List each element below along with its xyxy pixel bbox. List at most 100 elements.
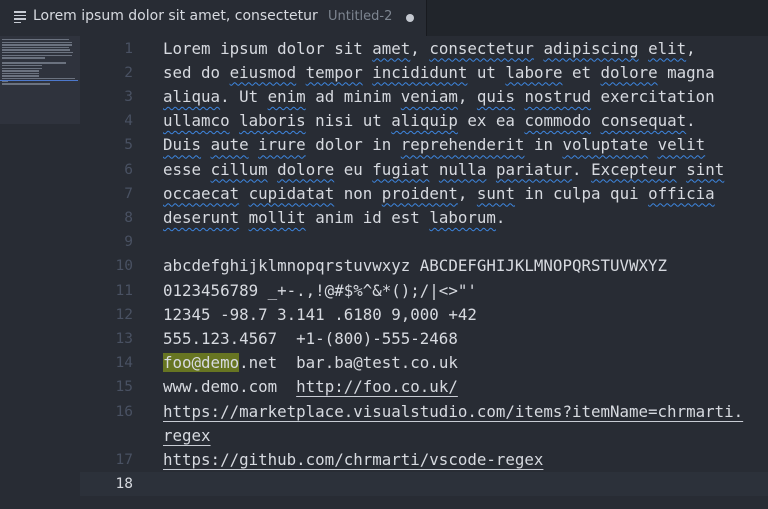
- spelling-squiggle-word: aliqua: [163, 86, 221, 106]
- text-span: 555.123.4567 +1-(800)-555-2468: [163, 328, 458, 348]
- text-span: dolor in: [305, 135, 401, 155]
- editor-line[interactable]: 14 foo@demo.net bar.ba@test.co.uk: [80, 351, 768, 375]
- tab-title: Lorem ipsum dolor sit amet, consectetur: [33, 8, 318, 24]
- find-match-highlight: foo@demo: [163, 353, 240, 373]
- line-number: 12: [115, 306, 133, 323]
- line-text: deserunt mollit anim id est laborum.: [163, 206, 505, 230]
- text-span: ,: [410, 38, 430, 58]
- spelling-squiggle-word: occaecat: [163, 183, 240, 203]
- editor-line[interactable]: 11 0123456789 _+-.,!@#$%^&*();/|<>"': [80, 279, 768, 303]
- spelling-squiggle-word: dolore: [600, 62, 658, 82]
- tab-bar: Lorem ipsum dolor sit amet, consectetur …: [0, 0, 768, 36]
- line-number: 5: [124, 137, 133, 154]
- spelling-squiggle-word: dolore: [277, 159, 335, 179]
- spelling-squiggle-word: cillum: [210, 159, 268, 179]
- unsaved-dot-icon[interactable]: [406, 14, 414, 22]
- line-text: sed do eiusmod tempor incididunt ut labo…: [163, 61, 715, 85]
- line-text: Duis aute irure dolor in reprehenderit i…: [163, 133, 705, 157]
- text-span: ,: [686, 38, 696, 58]
- spelling-squiggle-word: ullamco: [163, 111, 230, 131]
- line-text: Lorem ipsum dolor sit amet, consectetur …: [163, 37, 696, 61]
- minimap-line: [2, 80, 8, 82]
- text-span: anim id est: [305, 207, 430, 227]
- line-text: aliqua. Ut enim ad minim veniam, quis no…: [163, 85, 715, 109]
- editor-line[interactable]: 13 555.123.4567 +1-(800)-555-2468: [80, 327, 768, 351]
- line-text: occaecat cupidatat non proident, sunt in…: [163, 182, 715, 206]
- spelling-squiggle-word: amet: [372, 38, 411, 58]
- spelling-squiggle-word: eiusmod: [229, 62, 297, 82]
- text-span: [486, 160, 496, 179]
- text-span: [429, 160, 439, 179]
- editor-line[interactable]: 2 sed do eiusmod tempor incididunt ut lab…: [80, 61, 768, 85]
- line-number: 7: [124, 185, 133, 202]
- spelling-squiggle-word: nulla: [438, 159, 487, 179]
- editor-line[interactable]: 16 https://marketplace.visualstudio.com/i…: [80, 400, 768, 424]
- spelling-squiggle-word: sint: [686, 159, 725, 179]
- editor-line[interactable]: 12 12345 -98.7 3.141 .6180 9,000 +42: [80, 303, 768, 327]
- line-text: abcdefghijklmnopqrstuvwxyz ABCDEFGHIJKLM…: [163, 254, 667, 278]
- link-text[interactable]: regex: [163, 426, 211, 445]
- spelling-squiggle-word: commodo: [524, 111, 592, 131]
- line-number: 13: [115, 330, 133, 347]
- minimap-line: [2, 39, 70, 41]
- minimap-line: [2, 62, 66, 64]
- link-text[interactable]: https://marketplace.visualstudio.com/ite…: [163, 402, 743, 421]
- text-span: [591, 111, 601, 130]
- spelling-squiggle-word: velit: [657, 135, 706, 155]
- spelling-squiggle-word: cupidatat: [248, 183, 335, 203]
- spelling-squiggle-word: adipiscing: [543, 38, 639, 58]
- editor-line[interactable]: 18: [80, 472, 768, 497]
- text-span: [648, 135, 658, 154]
- text-span: ex ea: [457, 111, 525, 131]
- line-text: www.demo.com http://foo.co.uk/: [163, 375, 458, 399]
- editor-line[interactable]: 15 www.demo.com http://foo.co.uk/: [80, 375, 768, 399]
- editor-line[interactable]: 7 occaecat cupidatat non proident, sunt i…: [80, 182, 768, 206]
- spelling-squiggle-word: deserunt: [163, 207, 240, 227]
- line-text: 0123456789 _+-.,!@#$%^&*();/|<>"': [163, 279, 477, 303]
- link-text[interactable]: http://foo.co.uk/: [296, 377, 458, 396]
- line-text: https://marketplace.visualstudio.com/ite…: [163, 400, 743, 424]
- minimap[interactable]: [0, 36, 80, 124]
- editor-line[interactable]: 5 Duis aute irure dolor in reprehenderit …: [80, 133, 768, 157]
- editor-line[interactable]: 1 Lorem ipsum dolor sit amet, consectetur…: [80, 37, 768, 61]
- minimap-line: [2, 83, 50, 85]
- text-span: magna: [657, 62, 715, 82]
- line-text: esse cillum dolore eu fugiat nulla paria…: [163, 158, 724, 182]
- editor-text-area[interactable]: 1 Lorem ipsum dolor sit amet, consectetur…: [80, 36, 768, 509]
- editor-line[interactable]: regex: [80, 424, 768, 448]
- editor-line[interactable]: 6 esse cillum dolore eu fugiat nulla pari…: [80, 158, 768, 182]
- spelling-squiggle-word: Excepteur: [591, 159, 677, 179]
- spelling-squiggle-word: proident: [381, 183, 458, 203]
- line-number: 15: [115, 379, 133, 396]
- text-span: .: [686, 111, 696, 131]
- editor-line[interactable]: 17 https://github.com/chrmarti/vscode-reg…: [80, 448, 768, 472]
- editor-line[interactable]: 8 deserunt mollit anim id est laborum.: [80, 206, 768, 230]
- editor-tab[interactable]: Lorem ipsum dolor sit amet, consectetur …: [0, 0, 427, 36]
- minimap-line: [2, 52, 73, 54]
- line-number: 2: [124, 64, 133, 81]
- line-number: 16: [115, 403, 133, 420]
- spelling-squiggle-word: aliquip: [391, 111, 458, 131]
- text-span: .: [572, 159, 592, 179]
- link-text[interactable]: https://github.com/chrmarti/vscode-regex: [163, 450, 543, 469]
- spelling-squiggle-word: tempor: [305, 62, 363, 82]
- spelling-squiggle-word: labore: [505, 62, 563, 82]
- spelling-squiggle-word: irure: [258, 135, 306, 155]
- spelling-squiggle-word: aute: [210, 135, 249, 155]
- editor-line[interactable]: 3 aliqua. Ut enim ad minim veniam, quis n…: [80, 85, 768, 109]
- line-number: 3: [124, 88, 133, 105]
- editor-line[interactable]: 10 abcdefghijklmnopqrstuvwxyz ABCDEFGHIJK…: [80, 254, 768, 278]
- line-number: 17: [115, 451, 133, 468]
- text-span: [201, 135, 211, 154]
- editor-line[interactable]: 4 ullamco laboris nisi ut aliquip ex ea c…: [80, 109, 768, 133]
- text-span: 0123456789 _+-.,!@#$%^&*();/|<>"': [163, 280, 477, 300]
- text-span: et: [562, 62, 601, 82]
- line-number: 11: [115, 282, 133, 299]
- spelling-squiggle-word: quis: [476, 86, 515, 106]
- text-span: sed do: [163, 62, 230, 82]
- line-number: 9: [124, 234, 133, 251]
- line-text: 12345 -98.7 3.141 .6180 9,000 +42: [163, 303, 477, 327]
- minimap-line: [2, 70, 40, 72]
- tab-description: Untitled-2: [328, 9, 393, 24]
- editor-line[interactable]: 9: [80, 230, 768, 254]
